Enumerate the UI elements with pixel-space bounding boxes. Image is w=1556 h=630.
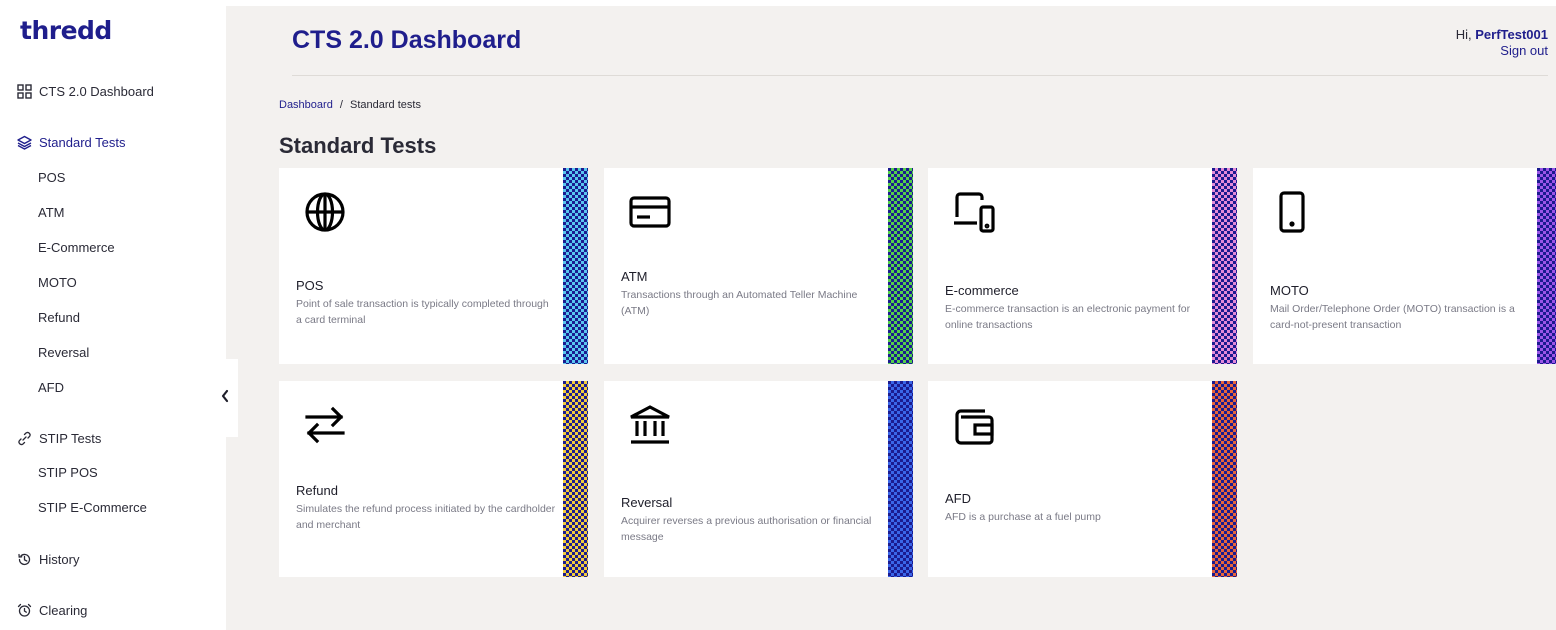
sidebar-subitem-moto[interactable]: MOTO (38, 275, 77, 290)
card-ecommerce[interactable]: E-commerce E-commerce transaction is an … (928, 168, 1237, 364)
card-title: Refund (296, 483, 338, 498)
card-icon (628, 190, 672, 234)
sidebar-subitem-atm[interactable]: ATM (38, 205, 64, 220)
sidebar-item-label: Standard Tests (39, 134, 126, 150)
card-stripe (1212, 168, 1237, 364)
chevron-left-icon (220, 389, 230, 408)
card-afd[interactable]: AFD AFD is a purchase at a fuel pump (928, 381, 1237, 577)
alarm-clock-icon (16, 602, 32, 618)
sidebar-subitem-refund[interactable]: Refund (38, 310, 80, 325)
card-description: Acquirer reverses a previous authorisati… (621, 515, 872, 543)
sidebar-item-standard-tests[interactable]: Standard Tests (16, 134, 125, 150)
card-description: Mail Order/Telephone Order (MOTO) transa… (1270, 303, 1515, 331)
sidebar-subitem-reversal[interactable]: Reversal (38, 345, 89, 360)
card-title: E-commerce (945, 283, 1019, 298)
card-stripe (888, 381, 913, 577)
sidebar-subitem-stip-ecommerce[interactable]: STIP E-Commerce (38, 500, 147, 515)
sidebar-subitem-afd[interactable]: AFD (38, 380, 64, 395)
sidebar-item-stip-tests[interactable]: STIP Tests (16, 430, 101, 446)
sidebar-item-label: Clearing (39, 602, 88, 618)
card-description: Simulates the refund process initiated b… (296, 503, 556, 531)
username: PerfTest001 (1475, 27, 1548, 42)
sidebar-subitem-pos[interactable]: POS (38, 170, 65, 185)
link-icon (16, 430, 32, 446)
card-reversal[interactable]: Reversal Acquirer reverses a previous au… (604, 381, 913, 577)
card-title: AFD (945, 491, 971, 506)
sidebar-item-label: CTS 2.0 Dashboard (39, 83, 154, 99)
breadcrumb: Dashboard / Standard tests (279, 99, 421, 111)
card-stripe (563, 168, 588, 364)
header-divider (292, 75, 1548, 76)
greeting: Hi, (1455, 27, 1476, 42)
thredd-logo[interactable]: thredd (20, 16, 112, 45)
mobile-icon (1277, 190, 1321, 234)
card-atm[interactable]: ATM Transactions through an Automated Te… (604, 168, 913, 364)
wallet-icon (952, 403, 996, 447)
card-title: Reversal (621, 495, 673, 510)
breadcrumb-separator: / (339, 99, 343, 111)
card-description: Point of sale transaction is typically c… (296, 298, 549, 326)
sidebar-subitem-ecommerce[interactable]: E-Commerce (38, 240, 115, 255)
section-title: Standard Tests (279, 133, 437, 158)
sidebar: thredd CTS 2.0 Dashboard Standard Tests … (0, 0, 226, 630)
sidebar-subitem-stip-pos[interactable]: STIP POS (38, 465, 98, 480)
collapse-sidebar-button[interactable] (211, 359, 238, 437)
breadcrumb-current: Standard tests (350, 99, 421, 111)
card-title: MOTO (1270, 283, 1309, 298)
bank-icon (628, 403, 672, 447)
layers-icon (16, 134, 32, 150)
card-stripe (888, 168, 913, 364)
laptop-phone-icon (952, 190, 996, 234)
main-content: CTS 2.0 Dashboard Hi, PerfTest001 Sign o… (226, 6, 1556, 630)
card-title: POS (296, 278, 324, 293)
sidebar-item-history[interactable]: History (16, 551, 79, 567)
globe-icon (303, 190, 347, 234)
card-description: Transactions through an Automated Teller… (621, 289, 858, 317)
card-title: ATM (621, 269, 648, 284)
card-pos[interactable]: POS Point of sale transaction is typical… (279, 168, 588, 364)
card-refund[interactable]: Refund Simulates the refund process init… (279, 381, 588, 577)
history-icon (16, 551, 32, 567)
card-stripe (563, 381, 588, 577)
card-description: E-commerce transaction is an electronic … (945, 303, 1191, 331)
sign-out-link[interactable]: Sign out (1456, 43, 1548, 59)
card-moto[interactable]: MOTO Mail Order/Telephone Order (MOTO) t… (1253, 168, 1556, 364)
user-info: Hi, PerfTest001 Sign out (1456, 27, 1548, 59)
card-stripe (1537, 168, 1556, 364)
sidebar-item-label: STIP Tests (39, 430, 102, 446)
card-description: AFD is a purchase at a fuel pump (945, 511, 1101, 523)
page-title: CTS 2.0 Dashboard (292, 26, 522, 54)
breadcrumb-dashboard-link[interactable]: Dashboard (279, 99, 333, 111)
arrows-swap-icon (303, 403, 347, 447)
sidebar-item-label: History (39, 551, 80, 567)
grid-icon (16, 83, 32, 99)
card-stripe (1212, 381, 1237, 577)
sidebar-item-dashboard[interactable]: CTS 2.0 Dashboard (16, 83, 154, 99)
sidebar-item-clearing[interactable]: Clearing (16, 602, 87, 618)
